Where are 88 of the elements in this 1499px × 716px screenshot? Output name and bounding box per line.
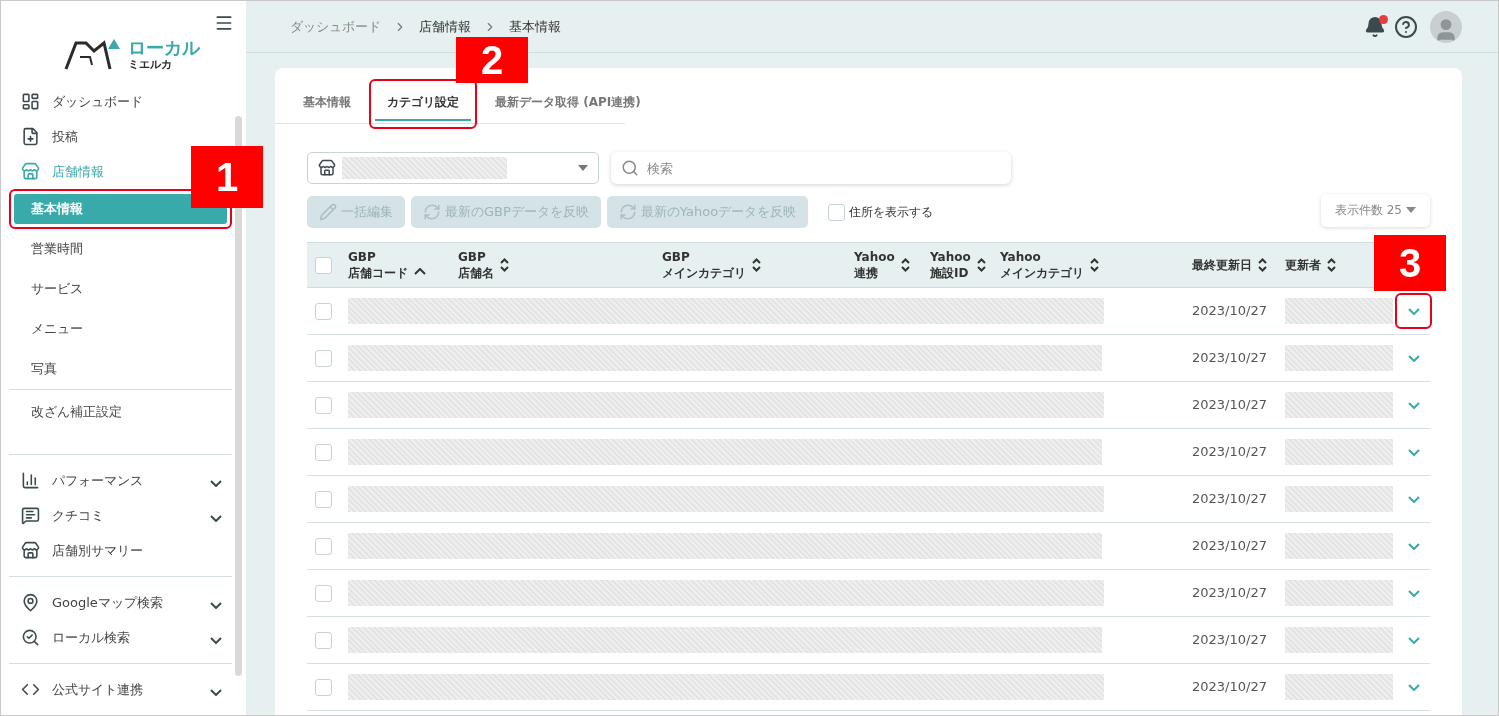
expand-icon[interactable]: [1407, 683, 1420, 691]
sidebar-item[interactable]: ローカル検索: [9, 620, 232, 655]
avatar[interactable]: [1430, 10, 1462, 43]
column-header[interactable]: 最終更新日: [1192, 257, 1252, 273]
notification-button[interactable]: [1364, 15, 1386, 38]
logo-title: ローカル: [127, 38, 200, 57]
expand-icon[interactable]: [1407, 589, 1420, 597]
expand-icon[interactable]: [1407, 542, 1420, 550]
sort-icon[interactable]: [1327, 258, 1336, 272]
table-cell-text: 2023/10/27: [1192, 302, 1268, 321]
sidebar-item[interactable]: 公式サイト連携: [9, 672, 232, 707]
sidebar-subitem[interactable]: 営業時間: [14, 234, 227, 264]
checkbox[interactable]: [315, 584, 332, 602]
column-header[interactable]: GBP 店舗名: [458, 249, 494, 281]
expand-icon[interactable]: [1407, 401, 1420, 409]
column-header[interactable]: Yahoo メインカテゴリ: [1000, 249, 1084, 281]
column-header[interactable]: GBP メインカテゴリ: [662, 249, 746, 281]
expand-icon[interactable]: [1407, 495, 1420, 503]
table-cell-text: 2023/10/27: [1192, 537, 1268, 556]
callout-badge: 1: [191, 146, 263, 208]
per-page-select[interactable]: 表示件数 25: [1320, 193, 1430, 227]
sort-icon[interactable]: [752, 258, 761, 272]
search-icon: [621, 159, 639, 177]
table-cell-text: 2023/10/27: [1192, 490, 1268, 509]
sidebar-item[interactable]: パフォーマンス: [9, 463, 232, 498]
callout-badge: 2: [456, 37, 528, 83]
table-cell-text: 2023/10/27: [1192, 631, 1268, 650]
column-header[interactable]: Yahoo 施設ID: [930, 249, 971, 281]
column-header[interactable]: Yahoo 連携: [854, 249, 895, 281]
tab[interactable]: 基本情報: [291, 85, 363, 121]
search-icon: [21, 628, 40, 647]
sidebar-item[interactable]: 店舗別サマリー: [9, 533, 232, 568]
map-pin-icon: [21, 593, 40, 612]
checkbox[interactable]: [828, 203, 846, 221]
search-field[interactable]: 検索: [611, 152, 1011, 184]
document-plus-icon: [21, 127, 40, 146]
logo-subtitle: ミエルカ: [127, 58, 173, 70]
sidebar-item[interactable]: ダッシュボード: [9, 84, 232, 119]
expand-icon[interactable]: [1407, 448, 1420, 456]
sidebar-item[interactable]: クチコミ: [9, 498, 232, 533]
sidebar-item[interactable]: Googleマップ検索: [9, 585, 232, 620]
dashboard-icon: [21, 92, 40, 111]
sort-icon[interactable]: [500, 258, 509, 272]
expand-icon[interactable]: [1407, 636, 1420, 644]
table-cell-text: 2023/10/27: [1192, 678, 1268, 697]
column-header[interactable]: GBP 店舗コード: [348, 249, 408, 281]
checkbox[interactable]: [315, 349, 332, 367]
checkbox[interactable]: [315, 678, 332, 696]
expand-icon[interactable]: [1407, 354, 1420, 362]
checkbox[interactable]: [315, 256, 332, 274]
table-cell-text: 2023/10/27: [1192, 349, 1268, 368]
caret-down-icon: [1406, 207, 1416, 213]
bar-chart-icon: [21, 471, 40, 490]
sync-icon: [618, 203, 637, 221]
pencil-icon: [319, 203, 337, 221]
store-icon: [21, 162, 40, 181]
checkbox[interactable]: [315, 396, 332, 414]
breadcrumb-current: 基本情報: [509, 17, 561, 36]
store-icon: [318, 159, 336, 177]
sidebar-subitem[interactable]: 写真: [14, 354, 227, 384]
menu-icon[interactable]: [214, 13, 234, 33]
breadcrumb-link[interactable]: 店舗情報: [419, 16, 471, 37]
checkbox[interactable]: [315, 302, 332, 320]
store-select[interactable]: [307, 152, 599, 184]
sort-icon[interactable]: [976, 258, 986, 272]
sort-ascending-icon[interactable]: [414, 267, 426, 275]
checkbox[interactable]: [315, 537, 332, 555]
checkbox[interactable]: [315, 490, 332, 508]
table-cell-text: 2023/10/27: [1192, 396, 1268, 415]
checkbox[interactable]: [315, 631, 332, 649]
sidebar-subitem[interactable]: 改ざん補正設定: [14, 397, 227, 427]
sidebar-subitem[interactable]: サービス: [14, 274, 227, 304]
sidebar-subitem[interactable]: メニュー: [14, 314, 227, 344]
checkbox[interactable]: [315, 443, 332, 461]
caret-down-icon: [578, 165, 588, 171]
checkbox-label: 住所を表示する: [849, 204, 934, 221]
sort-icon[interactable]: [1258, 258, 1267, 272]
store-icon: [21, 541, 40, 560]
column-header[interactable]: 更新者: [1285, 257, 1321, 273]
sort-icon[interactable]: [1090, 258, 1099, 272]
help-icon[interactable]: [1394, 14, 1418, 39]
expand-icon[interactable]: [1407, 307, 1420, 315]
sync-icon: [423, 203, 441, 221]
table-cell-text: 2023/10/27: [1192, 584, 1268, 603]
table-cell-text: 2023/10/27: [1192, 443, 1268, 462]
tab[interactable]: 最新データ取得 (API連携): [483, 85, 653, 121]
callout-badge: 3: [1374, 235, 1446, 291]
sort-icon[interactable]: [900, 258, 910, 272]
